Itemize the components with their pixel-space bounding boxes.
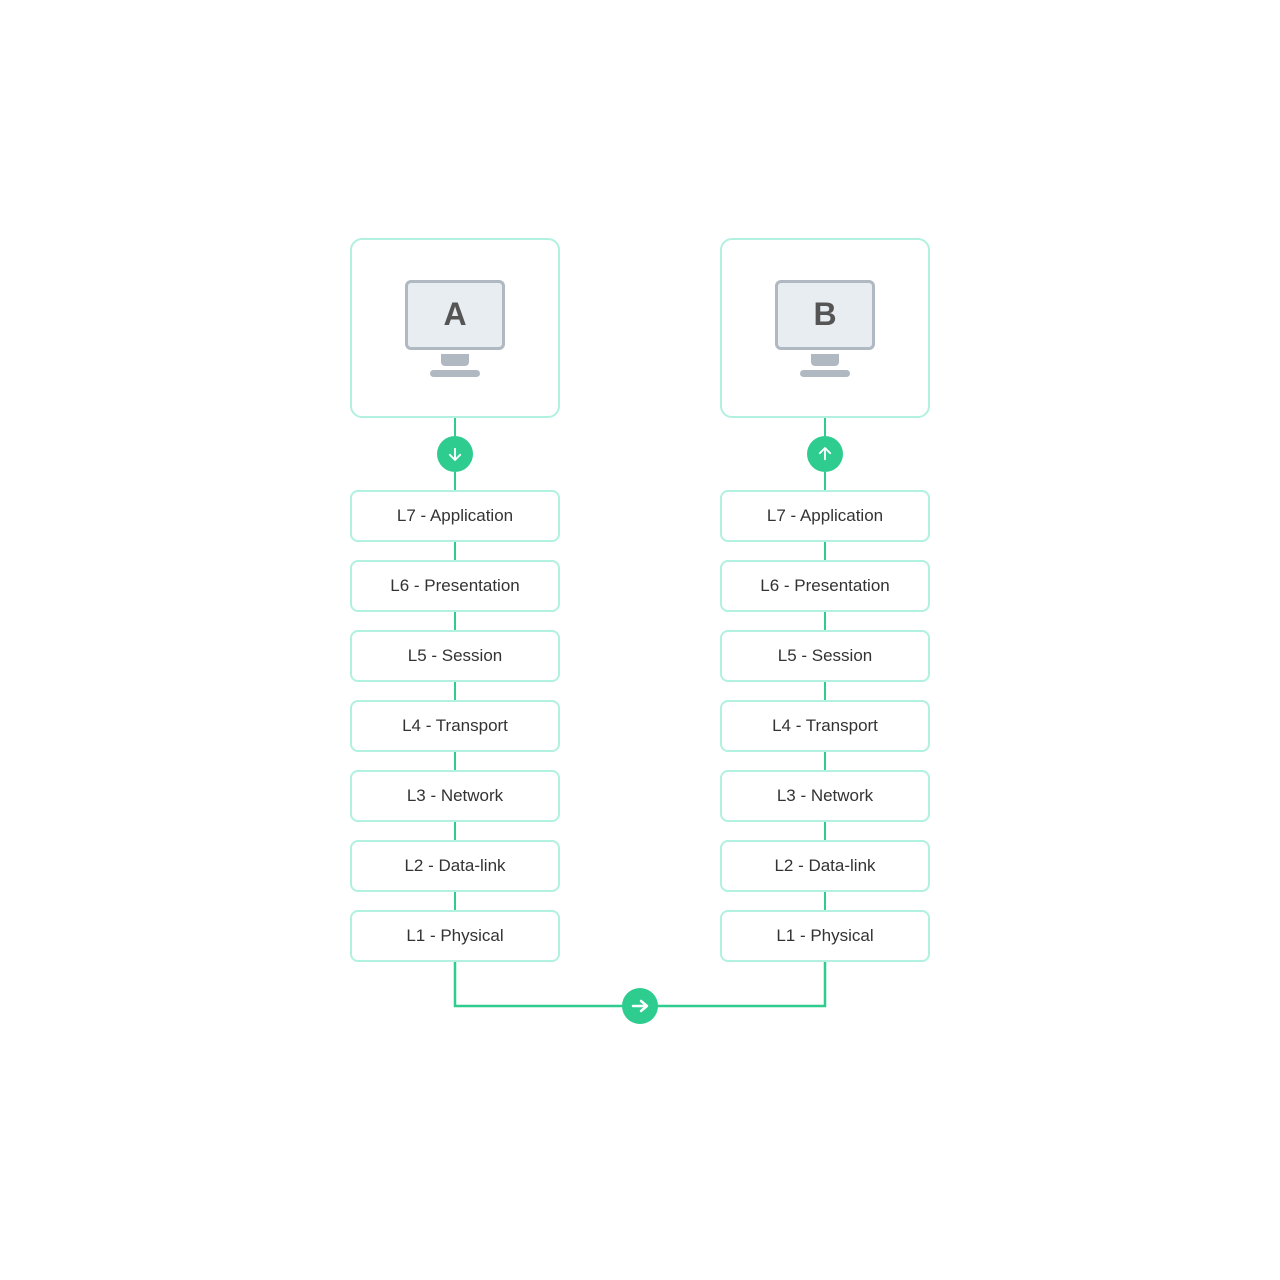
v-line-b-43 — [824, 752, 826, 770]
layer-label-a-1: L1 - Physical — [406, 926, 503, 946]
layer-box-a-2: L2 - Data-link — [350, 840, 560, 892]
layer-box-a-3: L3 - Network — [350, 770, 560, 822]
monitor-stand-b — [811, 354, 839, 366]
computer-icon-a: A — [405, 280, 505, 377]
layer-box-a-4: L4 - Transport — [350, 700, 560, 752]
v-line-a-32 — [454, 822, 456, 840]
computer-icon-b: B — [775, 280, 875, 377]
layer-box-b-1: L1 - Physical — [720, 910, 930, 962]
arrow-up-icon-b — [816, 445, 834, 463]
layer-label-a-4: L4 - Transport — [402, 716, 508, 736]
layer-label-a-7: L7 - Application — [397, 506, 513, 526]
v-line-a-65 — [454, 612, 456, 630]
computer-label-b: B — [813, 296, 836, 333]
v-line-after-arrow-b — [824, 472, 826, 490]
layer-box-b-2: L2 - Data-link — [720, 840, 930, 892]
arrow-down-icon-a — [446, 445, 464, 463]
layer-box-a-7: L7 - Application — [350, 490, 560, 542]
monitor-b: B — [775, 280, 875, 350]
computer-label-a: A — [443, 296, 466, 333]
layer-label-a-6: L6 - Presentation — [390, 576, 519, 596]
v-line-b-32 — [824, 822, 826, 840]
layer-box-b-3: L3 - Network — [720, 770, 930, 822]
layer-label-b-4: L4 - Transport — [772, 716, 878, 736]
monitor-stand-a — [441, 354, 469, 366]
computer-box-a: A — [350, 238, 560, 418]
v-line-a-76 — [454, 542, 456, 560]
v-line-b-76 — [824, 542, 826, 560]
layer-label-b-1: L1 - Physical — [776, 926, 873, 946]
arrow-down-a — [437, 436, 473, 472]
layer-label-b-7: L7 - Application — [767, 506, 883, 526]
layer-box-b-5: L5 - Session — [720, 630, 930, 682]
v-line-top-b — [824, 418, 826, 436]
layer-box-a-6: L6 - Presentation — [350, 560, 560, 612]
layer-label-b-2: L2 - Data-link — [774, 856, 875, 876]
monitor-base-a — [430, 370, 480, 377]
v-line-top-a — [454, 418, 456, 436]
layer-box-b-4: L4 - Transport — [720, 700, 930, 752]
main-diagram: A L7 - Application L6 - Presentation L5 … — [350, 238, 930, 1042]
v-line-b-65 — [824, 612, 826, 630]
monitor-a: A — [405, 280, 505, 350]
layer-box-a-5: L5 - Session — [350, 630, 560, 682]
v-line-a-43 — [454, 752, 456, 770]
layer-label-a-2: L2 - Data-link — [404, 856, 505, 876]
layer-box-b-7: L7 - Application — [720, 490, 930, 542]
layer-box-b-6: L6 - Presentation — [720, 560, 930, 612]
v-line-after-arrow-a — [454, 472, 456, 490]
layer-label-b-6: L6 - Presentation — [760, 576, 889, 596]
layer-box-a-1: L1 - Physical — [350, 910, 560, 962]
computer-box-b: B — [720, 238, 930, 418]
layer-label-b-5: L5 - Session — [778, 646, 873, 666]
column-b: B L7 - Application L6 - Presentation L5 … — [720, 238, 930, 962]
layer-label-a-3: L3 - Network — [407, 786, 503, 806]
v-line-b-54 — [824, 682, 826, 700]
v-line-a-54 — [454, 682, 456, 700]
arrow-up-b — [807, 436, 843, 472]
layer-label-a-5: L5 - Session — [408, 646, 503, 666]
v-line-a-21 — [454, 892, 456, 910]
monitor-base-b — [800, 370, 850, 377]
layer-label-b-3: L3 - Network — [777, 786, 873, 806]
v-line-b-21 — [824, 892, 826, 910]
column-a: A L7 - Application L6 - Presentation L5 … — [350, 238, 560, 962]
